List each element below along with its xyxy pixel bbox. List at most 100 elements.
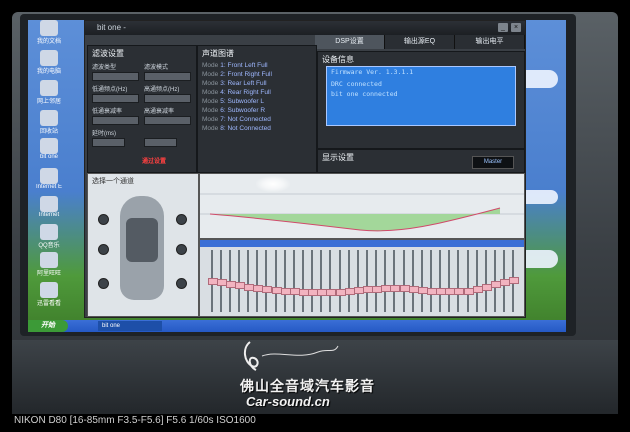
title-bar: bit one - _ × (85, 21, 525, 35)
mode-label: Mode (202, 71, 219, 78)
eq-slider[interactable] (308, 250, 319, 312)
speaker-icon[interactable] (98, 214, 109, 225)
speaker-icon[interactable] (98, 278, 109, 289)
channel-item[interactable]: Mode 8: Not Connected (198, 124, 316, 133)
delay-input[interactable] (92, 138, 125, 147)
filter-mode-label: 滤波模式 (144, 65, 169, 71)
window-title: bit one - (97, 23, 126, 32)
eq-slider[interactable] (317, 250, 328, 312)
desktop-icon[interactable]: 迅雷看看 (36, 282, 62, 308)
eq-slider[interactable] (481, 250, 492, 312)
eq-slider[interactable] (445, 250, 456, 312)
desktop-icon[interactable]: Internet Explorer (36, 168, 62, 194)
channel-item[interactable]: Mode 5: Subwoofer L (198, 97, 316, 106)
eq-slider[interactable] (207, 250, 218, 312)
eq-slider[interactable] (408, 250, 419, 312)
channel-item[interactable]: Mode 2: Front Right Full (198, 70, 316, 79)
eq-slider[interactable] (235, 250, 245, 312)
pass-settings-button[interactable]: 通过设置 (142, 156, 166, 165)
channel-item[interactable]: Mode 4: Rear Right Full (198, 88, 316, 97)
eq-slider[interactable] (299, 250, 309, 312)
highpass-slope-label: 高通衰减率 (144, 109, 175, 115)
tab-dsp-settings[interactable]: DSP设置 (315, 35, 385, 49)
device-info-title: 设备信息 (322, 55, 354, 64)
tab-output-eq[interactable]: 输出源EQ (385, 35, 455, 49)
desktop-icon[interactable]: 阿里旺旺 (36, 252, 62, 278)
channel-label: 4: Rear Right Full (220, 89, 271, 96)
eq-slider[interactable] (463, 250, 474, 312)
eq-slider[interactable] (500, 250, 511, 312)
desktop-icons: 我的文档 我的电脑 网上邻居 回收站 bit one Internet Expl… (30, 20, 70, 332)
eq-slider[interactable] (363, 250, 373, 312)
lowpass-slope-select[interactable] (92, 116, 139, 125)
desktop-icon[interactable]: 回收站 (36, 110, 62, 136)
desktop-icon[interactable]: Internet (36, 196, 62, 222)
eq-slider[interactable] (289, 250, 300, 312)
highpass-freq-input[interactable] (144, 94, 191, 103)
eq-slider[interactable] (216, 250, 227, 312)
close-icon[interactable]: × (511, 23, 521, 32)
eq-slider[interactable] (271, 250, 282, 312)
desktop-icon-label: QQ音乐 (38, 243, 60, 249)
eq-slider[interactable] (509, 250, 520, 312)
desktop-icon[interactable]: 我的文档 (36, 20, 62, 46)
eq-slider[interactable] (253, 250, 264, 312)
desktop-icon-label: 迅雷看看 (36, 301, 61, 307)
taskbar-item[interactable]: bit one (98, 321, 162, 331)
eq-slider[interactable] (436, 250, 447, 312)
channel-item[interactable]: Mode 6: Subwoofer R (198, 106, 316, 115)
eq-slider[interactable] (353, 250, 364, 312)
device-info-panel: 设备信息 Firmware Ver. 1.3.1.1 DRC connected… (317, 51, 525, 149)
speaker-icon[interactable] (176, 244, 187, 255)
eq-slider[interactable] (427, 250, 437, 312)
eq-slider[interactable] (244, 250, 255, 312)
frequency-response-graph (199, 173, 525, 239)
speaker-icon[interactable] (98, 244, 109, 255)
desktop-icon-label: Internet (38, 212, 60, 218)
channel-item[interactable]: Mode 1: Front Left Full (198, 61, 316, 70)
eq-panel (199, 239, 525, 317)
master-button[interactable]: Master (472, 156, 514, 169)
car-panel-title: 选择一个通道 (92, 178, 134, 185)
channel-item[interactable]: Mode 3: Rear Left Full (198, 79, 316, 88)
exif-caption: NIKON D80 [16-85mm F3.5-F5.6] F5.6 1/60s… (14, 415, 256, 426)
eq-slider[interactable] (262, 250, 273, 312)
eq-slider[interactable] (417, 250, 428, 312)
watermark-site: Car-sound.cn (246, 394, 330, 409)
filter-type-select[interactable] (92, 72, 139, 81)
desktop-icon[interactable]: 我的电脑 (36, 50, 62, 76)
channel-item[interactable]: Mode 7: Not Connected (198, 115, 316, 124)
eq-slider[interactable] (326, 250, 337, 312)
eq-slider[interactable] (225, 250, 236, 312)
mode-label: Mode (202, 125, 219, 132)
eq-slider[interactable] (454, 250, 465, 312)
eq-slider[interactable] (390, 250, 401, 312)
eq-slider-knob[interactable] (509, 276, 520, 284)
minimize-icon[interactable]: _ (498, 23, 508, 32)
speaker-icon[interactable] (176, 214, 187, 225)
desktop-icon[interactable]: 网上邻居 (36, 80, 62, 106)
delay-ms-input[interactable] (144, 138, 177, 147)
channel-label: 3: Rear Left Full (220, 80, 267, 87)
start-button[interactable]: 开始 (28, 320, 68, 332)
lowpass-freq-input[interactable] (92, 94, 139, 103)
desktop-icon[interactable]: bit one (36, 138, 62, 164)
tab-output-level[interactable]: 输出电平 (455, 35, 525, 49)
eq-slider[interactable] (472, 250, 483, 312)
eq-slider[interactable] (372, 250, 383, 312)
desktop-icon-label: Internet Explorer (36, 184, 62, 190)
speaker-icon[interactable] (176, 278, 187, 289)
highpass-slope-select[interactable] (144, 116, 191, 125)
eq-slider[interactable] (335, 250, 346, 312)
eq-band-header (200, 240, 524, 247)
eq-slider[interactable] (491, 250, 501, 312)
eq-slider[interactable] (399, 250, 410, 312)
eq-slider[interactable] (381, 250, 392, 312)
channel-label: 7: Not Connected (220, 116, 271, 123)
desktop-icon[interactable]: QQ音乐 (36, 224, 62, 250)
eq-slider[interactable] (344, 250, 355, 312)
eq-slider[interactable] (280, 250, 291, 312)
filter-mode-select[interactable] (144, 72, 191, 81)
bit-one-window: bit one - _ × DSP设置 输出源EQ 输出电平 滤波设置 滤波类型… (84, 20, 526, 318)
desktop-icon-label: bit one (39, 154, 58, 160)
